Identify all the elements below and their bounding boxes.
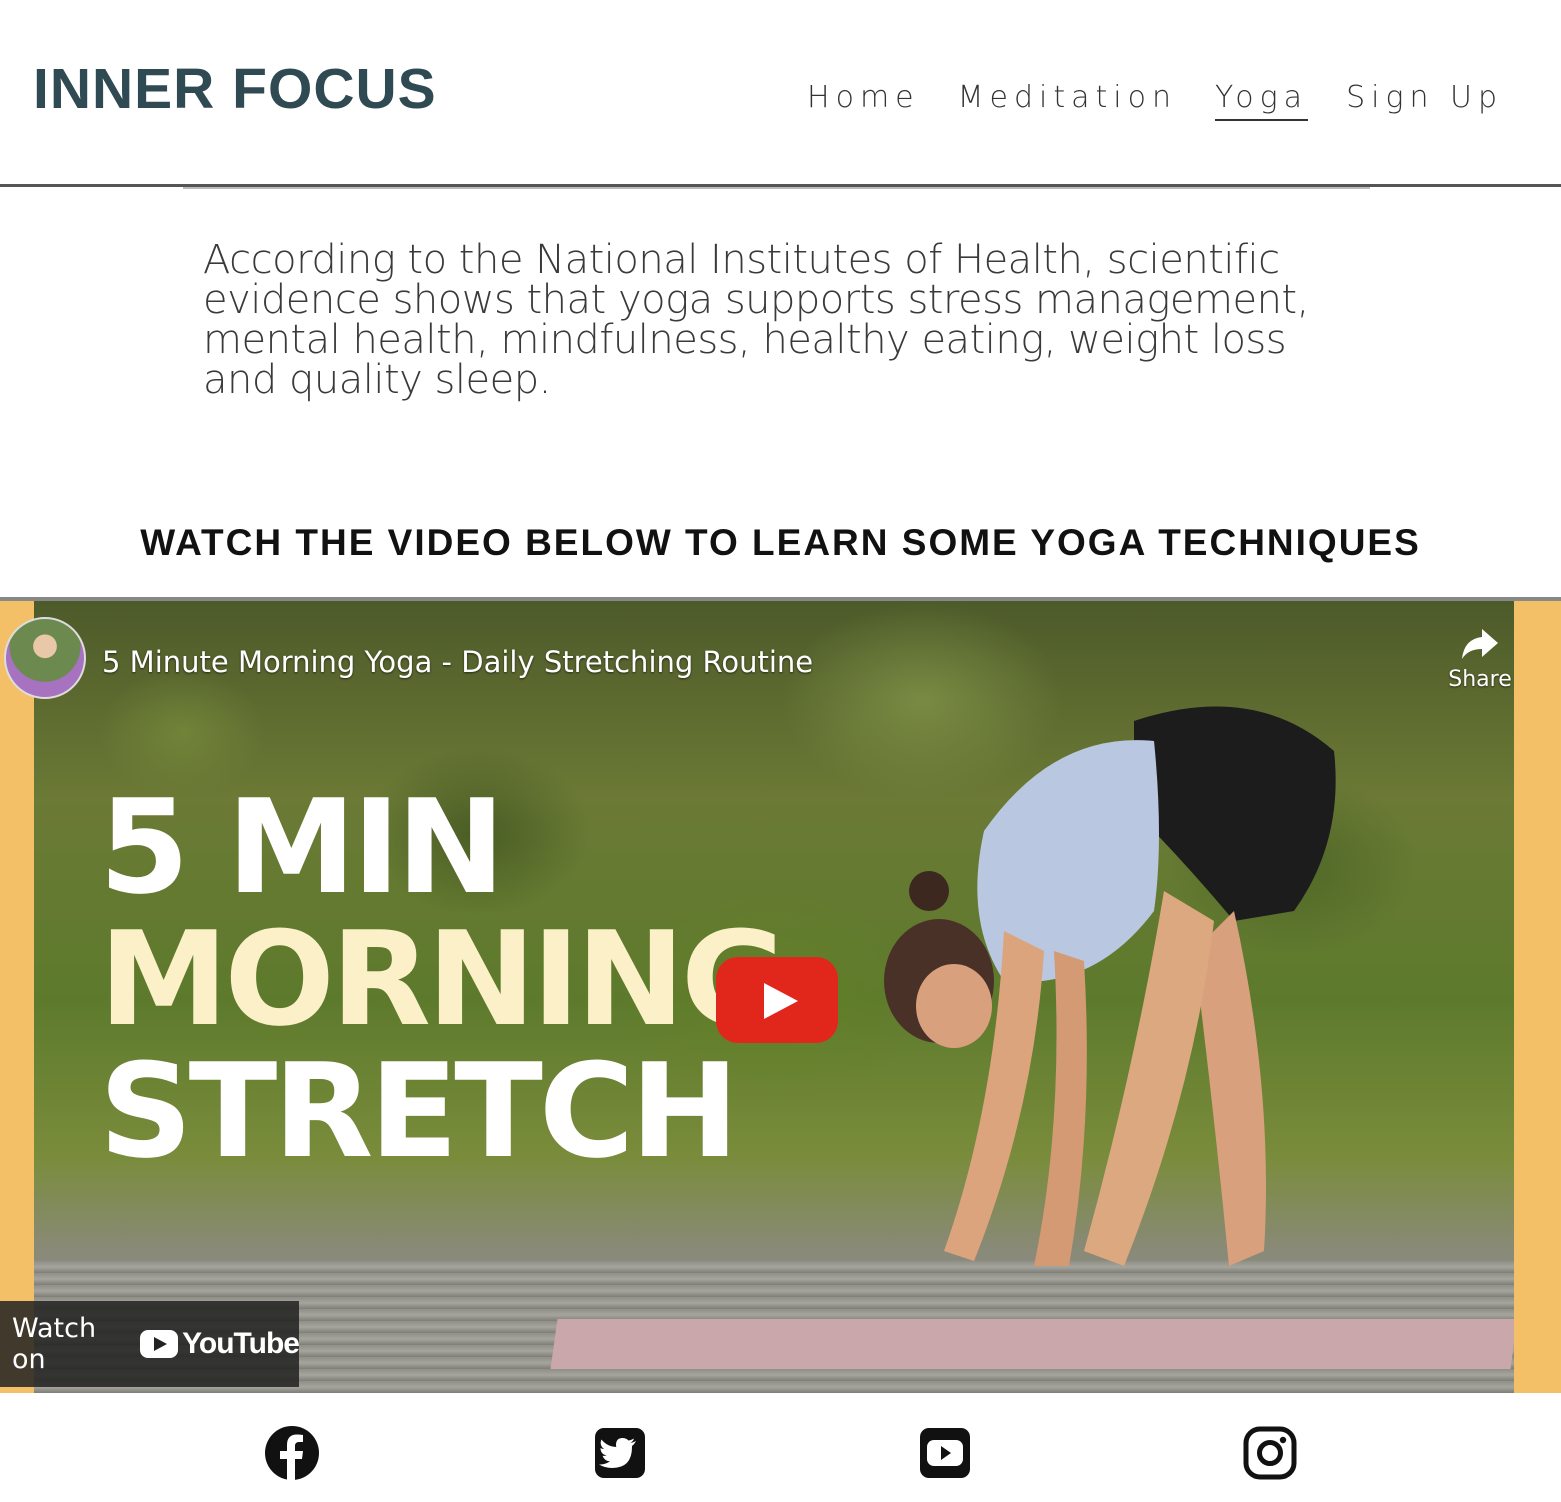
site-logo[interactable]: INNER FOCUS	[33, 56, 437, 122]
channel-avatar[interactable]	[4, 617, 86, 699]
video-title[interactable]: 5 Minute Morning Yoga - Daily Stretching…	[102, 645, 813, 679]
youtube-wordmark: YouTube	[182, 1327, 300, 1360]
facebook-icon[interactable]	[264, 1425, 320, 1481]
youtube-logo: YouTube	[140, 1327, 300, 1361]
thumbnail-title: 5 MIN MORNING STRETCH	[99, 771, 788, 1187]
main-nav: Home Meditation Yoga Sign Up	[807, 80, 1503, 121]
youtube-play-icon	[140, 1330, 179, 1358]
share-label: Share	[1448, 667, 1512, 692]
video-embed[interactable]: 5 MIN MORNING STRETCH 5 Minute Morning Y…	[0, 597, 1561, 1393]
instagram-icon[interactable]	[1242, 1425, 1298, 1481]
social-footer	[0, 1395, 1561, 1502]
youtube-icon[interactable]	[917, 1425, 973, 1481]
thumbnail-person	[884, 706, 1336, 1266]
thumbnail-line-1: 5 MIN	[99, 771, 505, 923]
video-section-heading: WATCH THE VIDEO BELOW TO LEARN SOME YOGA…	[140, 522, 1421, 563]
site-header: INNER FOCUS Home Meditation Yoga Sign Up	[0, 0, 1561, 189]
share-button[interactable]: Share	[1445, 627, 1515, 692]
watch-on-label: Watch on	[12, 1313, 97, 1375]
watch-on-youtube-button[interactable]: Watch on YouTube	[0, 1301, 300, 1387]
thumbnail-line-2: MORNING	[99, 903, 788, 1055]
twitter-icon[interactable]	[592, 1425, 648, 1481]
intro-paragraph: According to the National Institutes of …	[203, 237, 1309, 403]
content-divider	[183, 187, 1370, 189]
nav-meditation[interactable]: Meditation	[958, 80, 1177, 121]
share-icon	[1462, 629, 1498, 659]
nav-home[interactable]: Home	[807, 80, 920, 121]
play-button[interactable]	[716, 957, 838, 1043]
thumbnail-line-3: STRETCH	[99, 1035, 739, 1187]
nav-yoga[interactable]: Yoga	[1214, 80, 1309, 121]
nav-sign-up[interactable]: Sign Up	[1346, 80, 1503, 121]
